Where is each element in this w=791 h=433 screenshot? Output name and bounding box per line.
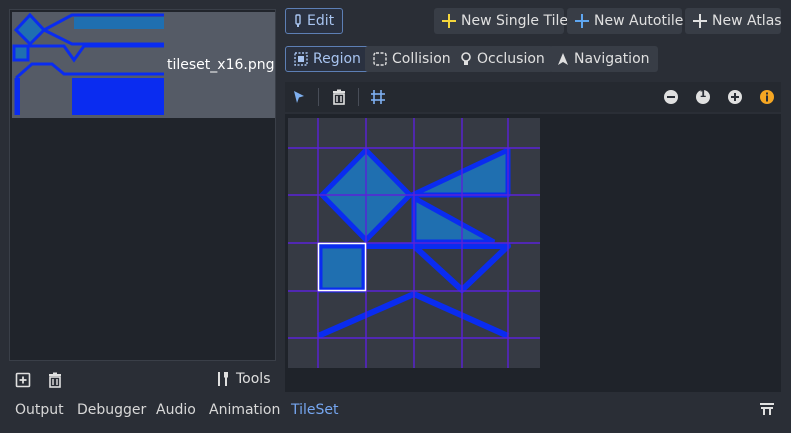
toolbar-separator bbox=[318, 88, 319, 106]
occlusion-icon bbox=[461, 52, 471, 65]
zoom-reset-button[interactable]: 1 bbox=[692, 86, 714, 108]
info-icon bbox=[760, 90, 774, 104]
texture-thumbnail bbox=[12, 12, 164, 115]
tab-occlusion[interactable]: Occlusion bbox=[452, 46, 553, 72]
tab-debugger[interactable]: Debugger bbox=[77, 402, 146, 418]
new-single-tile-label: New Single Tile bbox=[461, 13, 568, 29]
tab-navigation-label: Navigation bbox=[574, 51, 650, 67]
navigation-icon bbox=[558, 53, 568, 65]
zoom-reset-label: 1 bbox=[699, 89, 707, 100]
texture-list-item-selected[interactable]: tileset_x16.png bbox=[12, 12, 275, 118]
edit-label: Edit bbox=[307, 13, 335, 29]
tab-tileset[interactable]: TileSet bbox=[291, 402, 339, 418]
texture-list: tileset_x16.png bbox=[9, 9, 276, 361]
zoom-out-icon bbox=[664, 90, 678, 104]
new-autotile-button[interactable]: New Autotile bbox=[567, 8, 684, 34]
remove-texture-button[interactable] bbox=[44, 369, 66, 391]
tab-collision[interactable]: Collision bbox=[365, 46, 459, 72]
tile-editor-workspace[interactable] bbox=[285, 114, 781, 392]
trash-icon bbox=[333, 89, 345, 105]
add-texture-icon bbox=[15, 372, 31, 388]
tab-animation[interactable]: Animation bbox=[209, 402, 280, 418]
tab-audio[interactable]: Audio bbox=[156, 402, 196, 418]
pointer-icon bbox=[294, 91, 304, 103]
trash-icon bbox=[49, 372, 61, 388]
expand-bottom-panel-button[interactable] bbox=[756, 398, 778, 420]
info-button[interactable] bbox=[756, 86, 778, 108]
tab-region[interactable]: Region bbox=[285, 46, 370, 72]
zoom-in-button[interactable] bbox=[724, 86, 746, 108]
new-autotile-label: New Autotile bbox=[594, 13, 684, 29]
tools-label: Tools bbox=[236, 371, 271, 387]
new-atlas-label: New Atlas bbox=[712, 13, 782, 29]
new-atlas-button[interactable]: New Atlas bbox=[685, 8, 782, 34]
zoom-in-icon bbox=[728, 90, 742, 104]
plus-white-icon bbox=[693, 14, 707, 28]
region-icon bbox=[294, 52, 308, 66]
edit-button[interactable]: Edit bbox=[285, 8, 344, 34]
snap-grid-icon bbox=[371, 90, 385, 104]
tools-menu-button[interactable]: Tools bbox=[216, 371, 271, 387]
tab-output[interactable]: Output bbox=[15, 402, 64, 418]
toolbar-separator bbox=[358, 88, 359, 106]
tab-collision-label: Collision bbox=[392, 51, 451, 67]
tab-occlusion-label: Occlusion bbox=[477, 51, 545, 67]
tab-region-label: Region bbox=[313, 51, 361, 67]
select-tool-button[interactable] bbox=[288, 86, 310, 108]
add-texture-button[interactable] bbox=[12, 369, 34, 391]
plus-blue-icon bbox=[575, 14, 589, 28]
tab-navigation[interactable]: Navigation bbox=[549, 46, 658, 72]
new-single-tile-button[interactable]: New Single Tile bbox=[434, 8, 568, 34]
plus-yellow-icon bbox=[442, 14, 456, 28]
tile-selected-square bbox=[317, 243, 367, 293]
delete-tile-button[interactable] bbox=[328, 86, 350, 108]
expand-panel-icon bbox=[760, 403, 774, 415]
tools-icon bbox=[218, 372, 228, 386]
zoom-out-button[interactable] bbox=[660, 86, 682, 108]
edit-icon bbox=[295, 14, 301, 27]
snap-grid-button[interactable] bbox=[367, 86, 389, 108]
collision-icon bbox=[373, 52, 387, 66]
tileset-canvas[interactable] bbox=[288, 118, 540, 368]
texture-name: tileset_x16.png bbox=[167, 57, 275, 73]
